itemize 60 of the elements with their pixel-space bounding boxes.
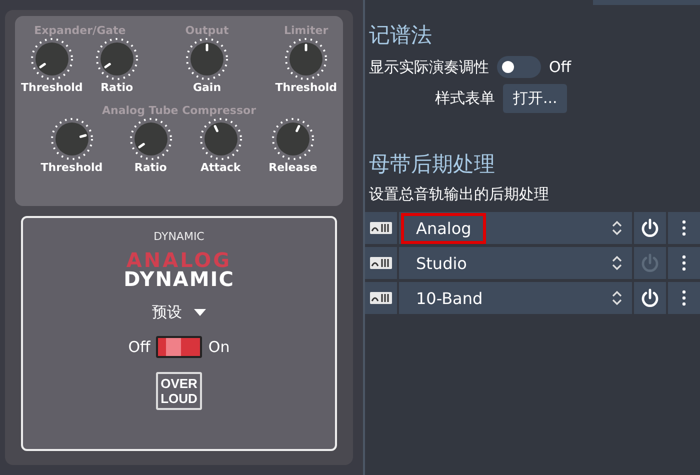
setting-label: 样式表单: [435, 89, 495, 108]
open-button[interactable]: 打开...: [503, 84, 568, 113]
knob[interactable]: [30, 37, 74, 81]
knob-label: Release: [268, 161, 318, 174]
preset-dropdown[interactable]: 预设: [150, 301, 208, 324]
power-button[interactable]: [634, 212, 666, 244]
effect-name: Studio: [415, 252, 468, 274]
power-button[interactable]: [634, 282, 666, 314]
knob-label: Threshold: [40, 161, 103, 174]
updown-icon: [612, 220, 622, 236]
logo-text: ANALOG: [126, 251, 232, 269]
toggle-state: Off: [549, 58, 572, 76]
menu-button[interactable]: [668, 282, 700, 314]
power-icon: [640, 218, 660, 238]
more-icon: [682, 255, 686, 271]
off-label: Off: [128, 338, 150, 356]
effect-select[interactable]: Studio: [399, 247, 632, 279]
updown-icon: [612, 255, 622, 271]
group-title: Limiter: [284, 24, 328, 37]
section-description: 设置总音轨输出的后期处理: [369, 185, 550, 204]
knob-label: Gain: [192, 81, 222, 94]
menu-button[interactable]: [668, 212, 700, 244]
more-icon: [682, 290, 686, 306]
knob-label: Threshold: [275, 81, 337, 94]
effect-name: Analog: [401, 212, 486, 244]
knob-label: Ratio: [134, 161, 167, 174]
group-title: Expander/Gate: [34, 24, 126, 37]
power-icon: [640, 288, 660, 308]
knob[interactable]: [185, 37, 229, 81]
knob-label: Attack: [200, 161, 241, 174]
brand-badge: OVER LOUD: [156, 372, 202, 410]
group-title: Analog Tube Compressor: [102, 104, 256, 117]
power-switch[interactable]: [156, 336, 202, 358]
updown-icon: [612, 290, 622, 306]
setting-label: 显示实际演奏调性: [369, 58, 489, 76]
knob[interactable]: [284, 37, 328, 81]
knob[interactable]: [128, 117, 173, 161]
menu-button[interactable]: [668, 247, 700, 279]
on-label: On: [208, 338, 230, 356]
knob[interactable]: [50, 117, 94, 161]
more-icon: [682, 220, 686, 236]
group-title: Output: [185, 24, 229, 37]
knob[interactable]: [94, 37, 139, 81]
effect-select[interactable]: Analog: [399, 212, 632, 244]
eq-icon: [370, 222, 392, 234]
toggle-switch[interactable]: [497, 56, 541, 78]
power-icon: [640, 253, 660, 273]
logo-text: DYNAMIC: [124, 269, 234, 289]
card-caption: DYNAMIC: [154, 230, 204, 243]
effect-select[interactable]: 10-Band: [399, 282, 632, 314]
knob[interactable]: [198, 117, 243, 161]
knob[interactable]: [270, 117, 315, 161]
knob-label: Ratio: [100, 81, 134, 94]
knob-label: Threshold: [21, 81, 83, 94]
eq-icon: [370, 292, 392, 304]
effect-name: 10-Band: [415, 288, 484, 310]
section-heading: 记谱法: [369, 22, 433, 49]
eq-icon: [370, 257, 392, 269]
section-heading: 母带后期处理: [369, 151, 496, 178]
caret-icon: [194, 308, 206, 316]
